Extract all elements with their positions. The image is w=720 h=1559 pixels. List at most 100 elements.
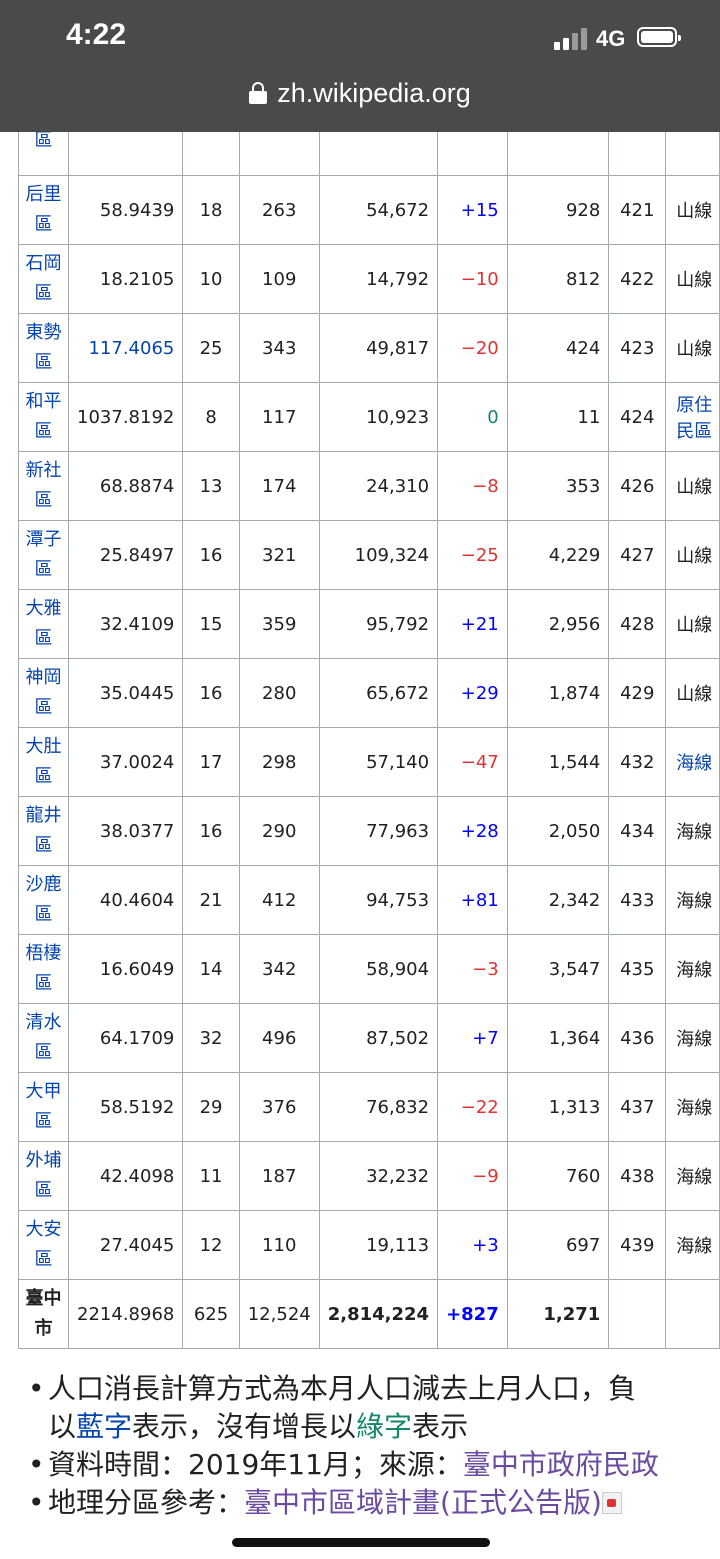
density-cell: 2,342 [506,865,610,935]
neighborhoods-cell: 496 [238,1003,320,1073]
address-bar[interactable]: zh.wikipedia.org [0,78,720,109]
area-cell [68,132,184,176]
total-population-change: +827 [437,1279,508,1349]
district-name-link[interactable]: 外埔區 [17,1141,70,1211]
district-name-link[interactable]: 區 [17,132,70,176]
postal-code-cell: 428 [608,589,667,659]
lock-icon [249,82,268,104]
table-row: 清水區 64.1709 32 496 87,502 +7 1,364 436 海線 [17,1003,720,1073]
note-text: 資料時間：2019年11月；來源： [48,1448,463,1481]
neighborhoods-cell: 187 [238,1141,320,1211]
postal-code-cell: 433 [608,865,667,935]
network-type: 4G [596,26,626,51]
postal-code-cell: 427 [608,520,667,590]
density-cell: 4,229 [506,520,610,590]
district-name-link[interactable]: 沙鹿區 [17,865,70,935]
postal-code-cell [608,132,667,176]
postal-code-cell: 421 [608,175,667,245]
district-name-link[interactable]: 神岡區 [17,658,70,728]
density-cell: 760 [506,1141,610,1211]
table-row: 梧棲區 16.6049 14 342 58,904 −3 3,547 435 海線 [17,934,720,1004]
postal-code-cell: 436 [608,1003,667,1073]
area-cell: 32.4109 [68,589,184,659]
status-time: 4:22 [66,18,127,51]
district-name-link[interactable]: 清水區 [17,1003,70,1073]
region-cell: 山線 [665,451,720,521]
villages-cell: 16 [182,796,240,866]
density-cell: 353 [506,451,610,521]
table-row: 大安區 27.4045 12 110 19,113 +3 697 439 海線 [17,1210,720,1280]
page-content: 區后里區 58.9439 18 263 54,672 +15 928 421 山線 石岡區 18.2… [0,132,720,1559]
area-cell: 16.6049 [68,934,184,1004]
villages-cell: 12 [182,1210,240,1280]
battery-icon [637,27,681,47]
table-row: 區 [17,132,720,176]
area-cell: 18.2105 [68,244,184,314]
region-cell: 海線 [665,727,720,797]
density-cell: 2,050 [506,796,610,866]
villages-cell: 29 [182,1072,240,1142]
district-name-link[interactable]: 石岡區 [17,244,70,314]
total-region [665,1279,720,1349]
villages-cell: 32 [182,1003,240,1073]
region-cell: 海線 [665,1072,720,1142]
source-link[interactable]: 臺中市政府民政 [463,1448,659,1481]
population-change-cell: −47 [437,727,508,797]
district-name-link[interactable]: 梧棲區 [17,934,70,1004]
density-cell: 697 [506,1210,610,1280]
district-name-link[interactable]: 大甲區 [17,1072,70,1142]
signal-icon [554,28,588,50]
district-name-link[interactable]: 新社區 [17,451,70,521]
density-cell: 11 [506,382,610,452]
table-row: 和平區 1037.8192 8 117 10,923 0 11 424 原住 民區 [17,382,720,452]
region-cell: 海線 [665,1141,720,1211]
area-cell: 27.4045 [68,1210,184,1280]
url-text: zh.wikipedia.org [277,78,471,108]
district-name-link[interactable]: 大安區 [17,1210,70,1280]
population-cell: 57,140 [318,727,439,797]
note-item: • 地理分區參考：臺中市區域計畫(正式公告版) [28,1484,720,1522]
villages-cell: 11 [182,1141,240,1211]
district-name-link[interactable]: 潭子區 [17,520,70,590]
population-change-cell: −10 [437,244,508,314]
note-item-continued: 以藍字表示，沒有增長以綠字表示 [28,1408,720,1446]
district-name-link[interactable]: 和平區 [17,382,70,452]
region-cell: 山線 [665,175,720,245]
population-change-cell: +3 [437,1210,508,1280]
population-cell: 32,232 [318,1141,439,1211]
district-name-link[interactable]: 龍井區 [17,796,70,866]
note-item: • 資料時間：2019年11月；來源：臺中市政府民政 [28,1448,659,1481]
home-indicator[interactable] [232,1538,490,1547]
district-name-link[interactable]: 東勢區 [17,313,70,383]
area-cell: 40.4604 [68,865,184,935]
table-row: 神岡區 35.0445 16 280 65,672 +29 1,874 429 山線 [17,658,720,728]
population-change-cell: −22 [437,1072,508,1142]
density-cell: 928 [506,175,610,245]
table-row: 大雅區 32.4109 15 359 95,792 +21 2,956 428 山線 [17,589,720,659]
table-row: 外埔區 42.4098 11 187 32,232 −9 760 438 海線 [17,1141,720,1211]
density-cell: 1,544 [506,727,610,797]
table-total-row: 臺中市 2214.8968 625 12,524 2,814,224 +827 1,271 [17,1279,720,1349]
region-cell: 山線 [665,244,720,314]
population-cell: 24,310 [318,451,439,521]
district-name-link[interactable]: 后里區 [17,175,70,245]
population-cell: 94,753 [318,865,439,935]
total-population: 2,814,224 [318,1279,439,1349]
region-cell: 山線 [665,313,720,383]
density-cell: 3,547 [506,934,610,1004]
population-cell: 49,817 [318,313,439,383]
district-name-link[interactable]: 大肚區 [17,727,70,797]
note-blue-text: 藍字 [76,1410,133,1443]
table-row: 潭子區 25.8497 16 321 109,324 −25 4,229 427 山線 [17,520,720,590]
population-cell: 14,792 [318,244,439,314]
area-cell: 58.9439 [68,175,184,245]
population-change-cell: −20 [437,313,508,383]
region-cell: 山線 [665,658,720,728]
villages-cell: 21 [182,865,240,935]
postal-code-cell: 424 [608,382,667,452]
reference-link[interactable]: 臺中市區域計畫(正式公告版) [244,1486,602,1519]
population-change-cell: 0 [437,382,508,452]
district-name-link[interactable]: 大雅區 [17,589,70,659]
neighborhoods-cell: 376 [238,1072,320,1142]
status-bar: 4:22 4G zh.wikipedia.org [0,0,720,132]
